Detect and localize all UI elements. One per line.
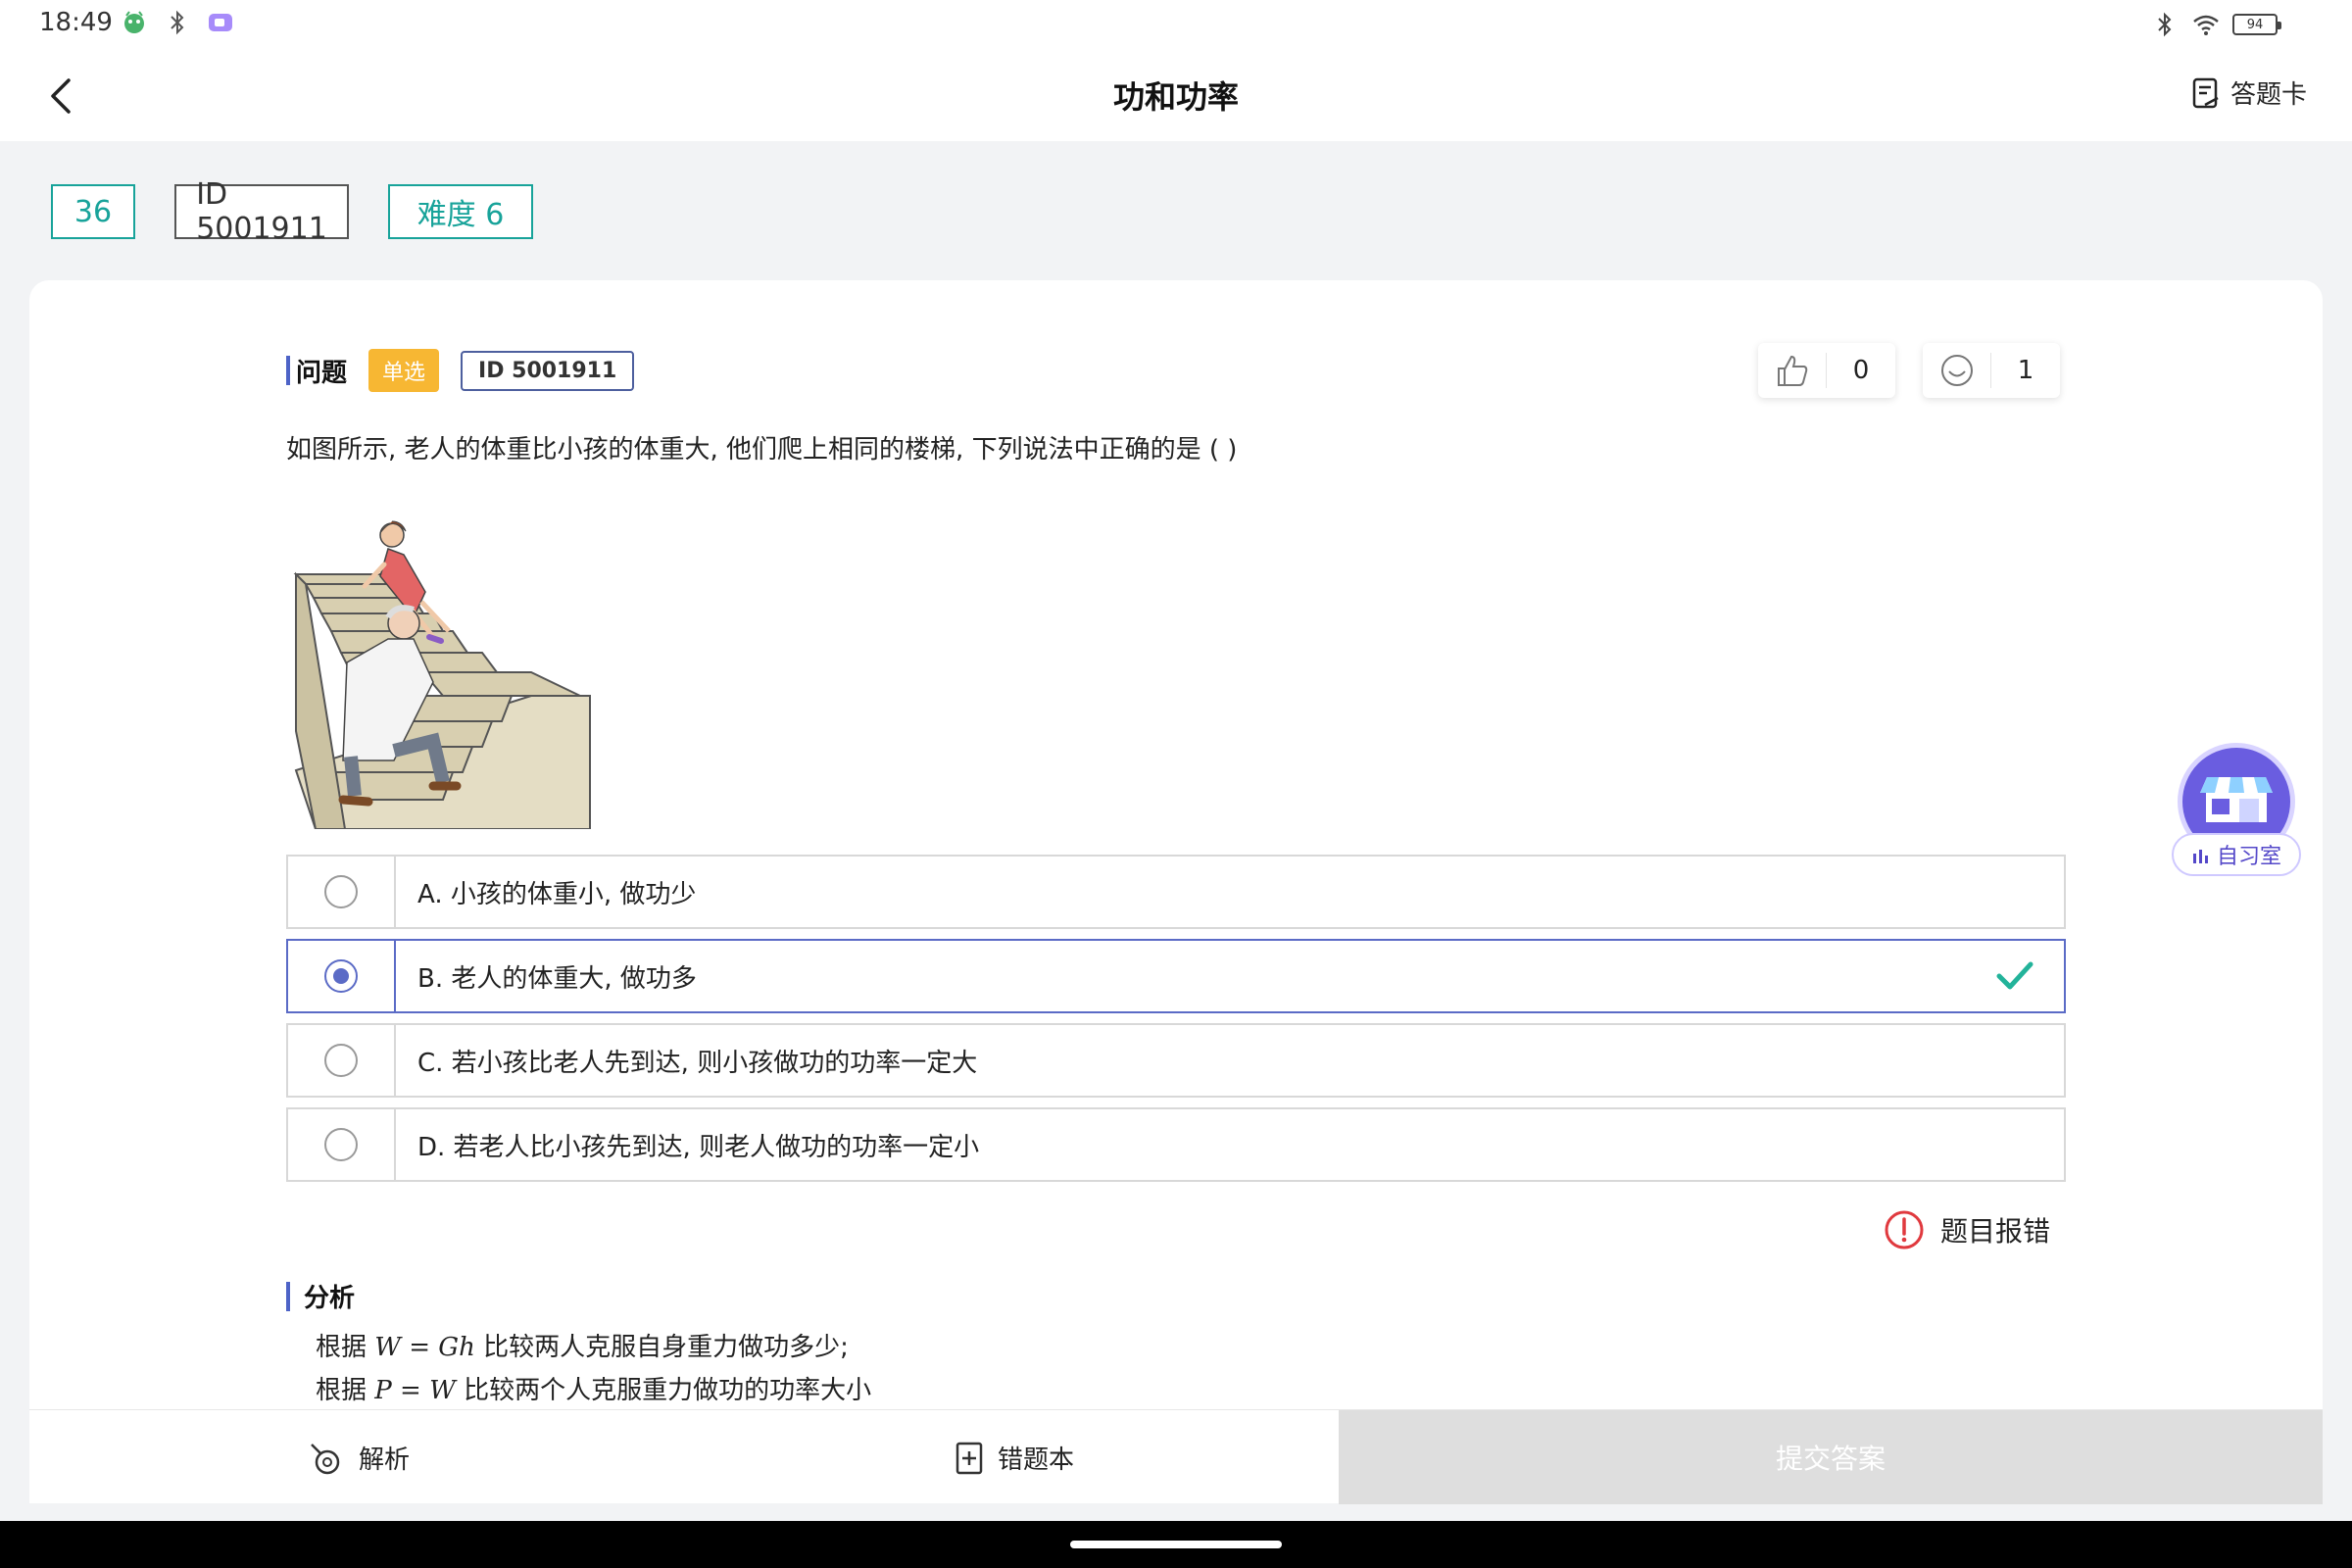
whistle-icon	[311, 1443, 340, 1474]
analysis-line-2: 根据 P = W 比较两个人克服重力做功的功率大小	[316, 1376, 872, 1403]
option-b[interactable]: B. 老人的体重大, 做功多	[286, 939, 2066, 1013]
status-bar: 18:49 94	[0, 0, 2352, 49]
bottom-action-bar: 解析 错题本 提交答案	[29, 1409, 2323, 1504]
app-icon	[120, 8, 149, 37]
answer-sheet-icon	[2192, 77, 2219, 108]
bluetooth-icon	[163, 8, 192, 37]
wrong-book-label: 错题本	[998, 1446, 1075, 1475]
like-button[interactable]: 0	[1758, 343, 1895, 398]
bar-chart-icon	[2192, 850, 2208, 863]
study-room-label: 自习室	[2216, 845, 2281, 869]
study-room-floating-button[interactable]: 自习室	[2172, 743, 2301, 882]
question-id-badge: ID 5001911	[461, 350, 635, 391]
analysis-header: 分析	[286, 1278, 355, 1314]
radio-icon[interactable]	[324, 875, 358, 908]
answer-card-label: 答题卡	[2230, 80, 2307, 110]
question-tag-row: 36 ID 5001911 难度 6	[51, 177, 533, 246]
question-text: 如图所示, 老人的体重比小孩的体重大, 他们爬上相同的楼梯, 下列说法中正确的是…	[286, 435, 1238, 465]
question-card: 问题 单选 ID 5001911 0 1 如图所示, 老人的体重比小孩的体重大,…	[29, 280, 2323, 1409]
app-header: 功和功率 答题卡	[0, 49, 2352, 141]
battery-icon: 94	[2232, 14, 2281, 35]
option-a-text: A. 小孩的体重小, 做功少	[417, 879, 697, 909]
thumbs-up-icon	[1758, 353, 1827, 388]
answer-card-button[interactable]: 答题卡	[2191, 74, 2307, 111]
question-header: 问题 单选 ID 5001911	[286, 349, 635, 392]
page-title: 功和功率	[1112, 78, 1239, 116]
option-d-text: D. 若老人比小孩先到达, 则老人做功的功率一定小	[417, 1132, 980, 1162]
analysis-line-1: 根据 W = Gh 比较两人克服自身重力做功多少;	[316, 1333, 849, 1362]
section-accent-bar	[286, 356, 290, 385]
system-nav-bar	[0, 1521, 2352, 1568]
analysis-button[interactable]: 解析	[308, 1440, 410, 1476]
radio-icon[interactable]	[324, 1044, 358, 1077]
option-c-text: C. 若小孩比老人先到达, 则小孩做功的功率一定大	[417, 1048, 978, 1078]
options-list: A. 小孩的体重小, 做功少 B. 老人的体重大, 做功多 C. 若小孩比老人先…	[286, 855, 2066, 1192]
alert-icon	[1885, 1210, 1924, 1250]
formula-work: W = Gh	[374, 1333, 475, 1362]
home-indicator[interactable]	[1070, 1541, 1282, 1548]
reaction-button[interactable]: 1	[1923, 343, 2060, 398]
correct-check-icon	[1995, 958, 2034, 998]
report-error-label: 题目报错	[1940, 1215, 2051, 1248]
difficulty-tag: 难度 6	[388, 184, 533, 239]
report-error-button[interactable]: 题目报错	[1884, 1209, 2050, 1250]
question-type-badge: 单选	[368, 349, 440, 392]
section-accent-bar	[286, 1281, 290, 1311]
submit-answer-button[interactable]: 提交答案	[1339, 1410, 2323, 1504]
radio-selected-icon[interactable]	[324, 959, 358, 993]
reaction-count: 1	[2017, 356, 2034, 385]
question-number-tag: 36	[51, 184, 135, 239]
analysis-button-label: 解析	[359, 1446, 411, 1475]
wrong-book-button[interactable]: 错题本	[955, 1440, 1074, 1476]
option-d[interactable]: D. 若老人比小孩先到达, 则老人做功的功率一定小	[286, 1107, 2066, 1182]
question-figure-stairs	[286, 515, 600, 830]
formula-power: P = W	[374, 1376, 456, 1403]
smile-icon	[1923, 353, 1991, 388]
option-c[interactable]: C. 若小孩比老人先到达, 则小孩做功的功率一定大	[286, 1023, 2066, 1098]
wifi-icon	[2191, 10, 2221, 39]
like-count: 0	[1852, 356, 1870, 385]
option-a[interactable]: A. 小孩的体重小, 做功少	[286, 855, 2066, 929]
bluetooth-icon	[2150, 10, 2180, 39]
radio-icon[interactable]	[324, 1128, 358, 1161]
question-section-title: 问题	[296, 358, 348, 388]
analysis-title: 分析	[304, 1284, 356, 1313]
status-left-icons	[120, 8, 235, 37]
question-id-tag: ID 5001911	[174, 177, 349, 246]
screen-record-icon	[206, 8, 235, 37]
status-time: 18:49	[39, 8, 113, 37]
status-right-icons: 94	[2150, 10, 2281, 39]
notebook-plus-icon	[956, 1442, 983, 1474]
option-b-text: B. 老人的体重大, 做功多	[417, 963, 697, 994]
